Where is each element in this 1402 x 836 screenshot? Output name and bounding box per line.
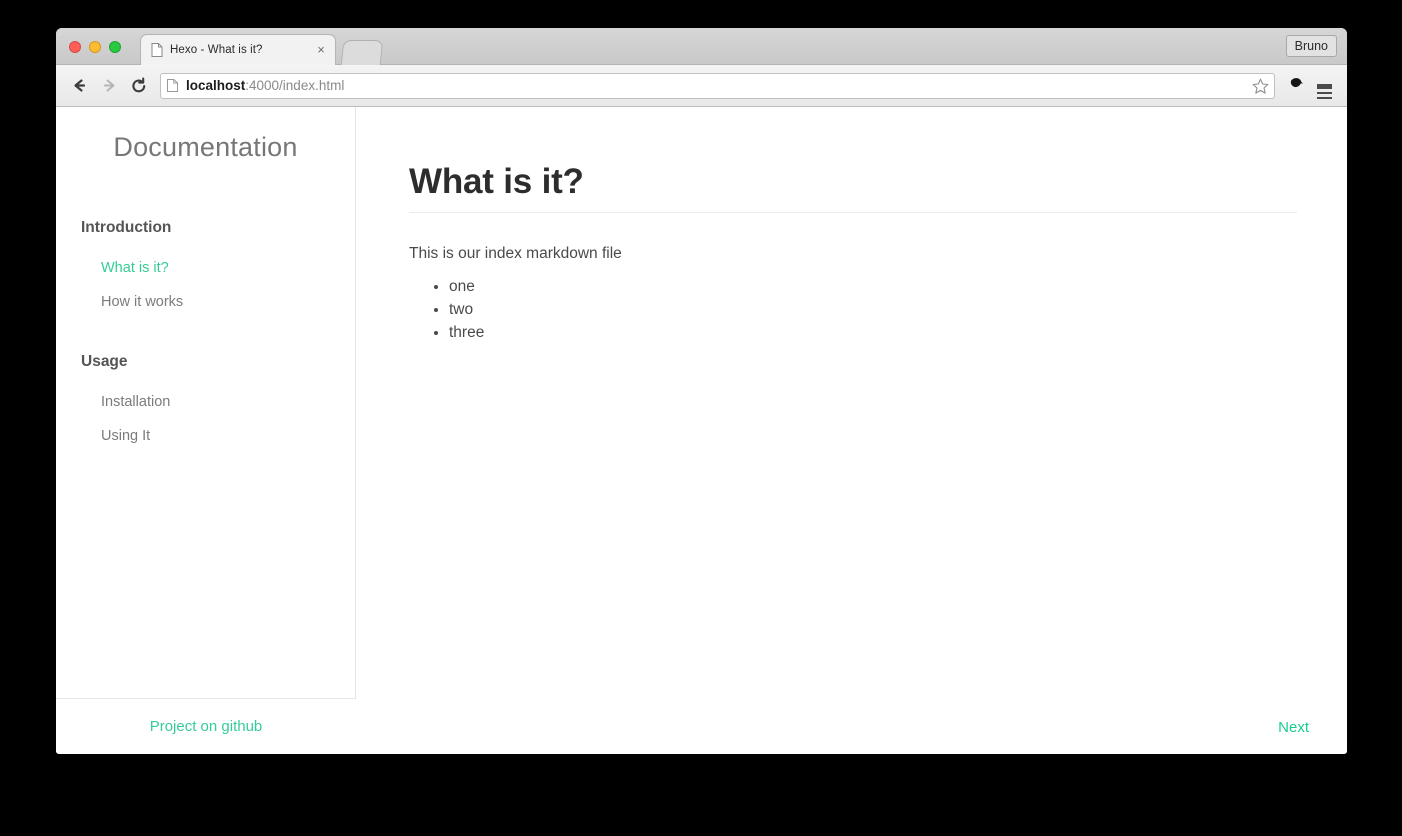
minimize-window-button[interactable]	[89, 41, 101, 53]
menu-button[interactable]	[1311, 73, 1337, 100]
profile-button[interactable]: Bruno	[1285, 35, 1337, 57]
hamburger-menu-icon	[1316, 84, 1332, 100]
content-bullet-list: one two three	[409, 275, 1297, 344]
sidebar-item-what-is-it[interactable]: What is it?	[56, 251, 355, 285]
bookmark-star-icon[interactable]	[1251, 77, 1270, 96]
forward-button[interactable]	[96, 73, 122, 99]
reload-icon	[130, 77, 148, 95]
reload-button[interactable]	[126, 73, 152, 99]
list-item: three	[449, 321, 1297, 344]
main-content: What is it? This is our index markdown f…	[357, 107, 1347, 753]
nav-section-usage: Usage Installation Using It	[56, 353, 355, 453]
page-icon	[151, 43, 163, 57]
nav-section-introduction: Introduction What is it? How it works	[56, 219, 355, 319]
list-item: one	[449, 275, 1297, 298]
close-window-button[interactable]	[69, 41, 81, 53]
window-controls	[69, 41, 121, 53]
sidebar-item-installation[interactable]: Installation	[56, 385, 355, 419]
next-page-link[interactable]: Next	[1278, 719, 1309, 736]
sidebar-footer: Project on github	[56, 700, 356, 752]
sidebar-item-using-it[interactable]: Using It	[56, 419, 355, 453]
docs-sidebar: Documentation Introduction What is it? H…	[56, 107, 356, 699]
tab-title: Hexo - What is it?	[170, 44, 263, 56]
sidebar-item-how-it-works[interactable]: How it works	[56, 285, 355, 319]
nav-heading-usage: Usage	[81, 353, 128, 370]
url-text: localhost:4000/index.html	[186, 78, 344, 93]
project-on-github-link[interactable]: Project on github	[150, 718, 263, 735]
browser-toolbar: localhost:4000/index.html	[56, 65, 1347, 107]
list-item: two	[449, 298, 1297, 321]
back-button[interactable]	[66, 73, 92, 99]
url-host: localhost	[186, 78, 246, 93]
forward-arrow-icon	[101, 77, 118, 94]
page-title: Documentation	[113, 132, 298, 162]
address-bar[interactable]: localhost:4000/index.html	[160, 72, 1275, 99]
close-icon[interactable]: ×	[313, 42, 329, 58]
extension-icon	[1288, 75, 1304, 96]
back-arrow-icon	[71, 77, 88, 94]
page-icon	[167, 79, 178, 92]
nav-heading-introduction: Introduction	[81, 219, 172, 236]
url-path: :4000/index.html	[245, 78, 345, 93]
new-tab-button[interactable]	[340, 40, 384, 65]
content-heading: What is it?	[409, 162, 1297, 213]
page-viewport: Documentation Introduction What is it? H…	[56, 107, 1347, 753]
browser-window: Hexo - What is it? × Bruno localhost:400…	[56, 28, 1347, 754]
extension-button[interactable]	[1283, 73, 1309, 99]
content-paragraph: This is our index markdown file	[409, 245, 622, 262]
zoom-window-button[interactable]	[109, 41, 121, 53]
browser-tab[interactable]: Hexo - What is it? ×	[140, 34, 336, 65]
tab-strip: Hexo - What is it? × Bruno	[56, 28, 1347, 65]
